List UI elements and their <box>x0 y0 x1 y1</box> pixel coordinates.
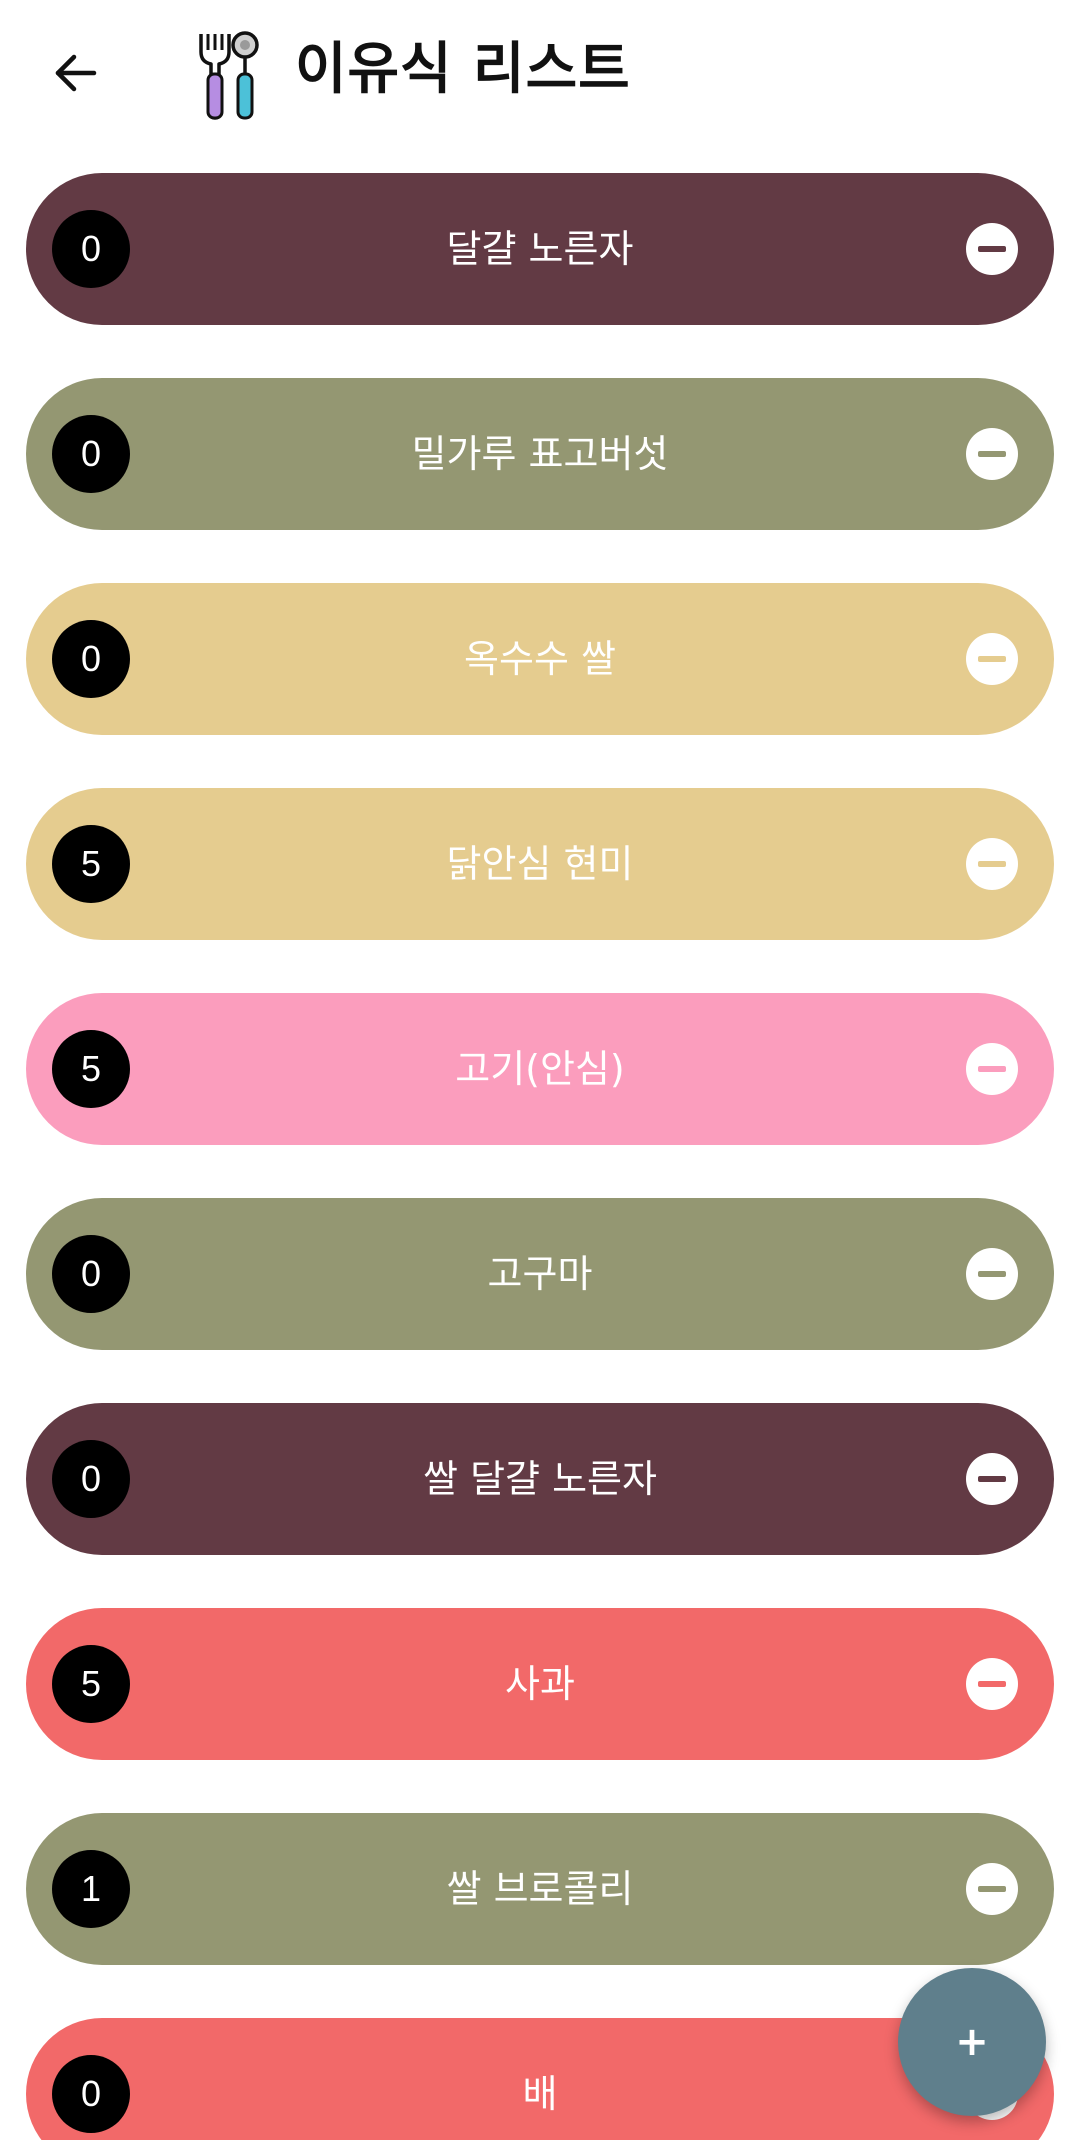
count-badge: 1 <box>52 1850 130 1928</box>
count-badge: 5 <box>52 825 130 903</box>
count-badge: 0 <box>52 210 130 288</box>
item-name: 옥수수 쌀 <box>464 637 616 681</box>
app-header: 이유식 리스트 <box>0 0 1080 150</box>
food-list: 0 달걀 노른자 0 밀가루 표고버섯 0 옥수수 쌀 5 닭안심 현미 5 고기(안심) 0 고구마… <box>26 173 1054 2140</box>
remove-item-button[interactable] <box>966 1863 1018 1915</box>
count-badge: 0 <box>52 415 130 493</box>
minus-circle-icon <box>978 1271 1006 1277</box>
list-item[interactable]: 0 밀가루 표고버섯 <box>26 378 1054 530</box>
list-item[interactable]: 5 고기(안심) <box>26 993 1054 1145</box>
item-name: 사과 <box>505 1662 575 1706</box>
minus-circle-icon <box>978 246 1006 252</box>
list-item[interactable]: 5 사과 <box>26 1608 1054 1760</box>
count-badge: 5 <box>52 1030 130 1108</box>
add-item-button[interactable]: + <box>898 1968 1046 2116</box>
item-name: 배 <box>522 2072 558 2116</box>
list-item[interactable]: 0 고구마 <box>26 1198 1054 1350</box>
item-name: 밀가루 표고버섯 <box>411 432 669 476</box>
minus-circle-icon <box>978 451 1006 457</box>
remove-item-button[interactable] <box>966 1658 1018 1710</box>
fork-spoon-icon <box>195 30 265 120</box>
remove-item-button[interactable] <box>966 633 1018 685</box>
remove-item-button[interactable] <box>966 1043 1018 1095</box>
item-name: 쌀 달걀 노른자 <box>423 1457 657 1501</box>
count-badge: 0 <box>52 620 130 698</box>
item-name: 고기(안심) <box>455 1047 625 1091</box>
remove-item-button[interactable] <box>966 428 1018 480</box>
count-badge: 0 <box>52 1235 130 1313</box>
minus-circle-icon <box>978 1886 1006 1892</box>
item-name: 달걀 노른자 <box>446 227 634 271</box>
back-button[interactable] <box>40 38 110 108</box>
remove-item-button[interactable] <box>966 1248 1018 1300</box>
remove-item-button[interactable] <box>966 223 1018 275</box>
arrow-left-icon <box>55 54 97 92</box>
page-title: 이유식 리스트 <box>295 37 631 102</box>
remove-item-button[interactable] <box>966 1453 1018 1505</box>
count-badge: 0 <box>52 2055 130 2133</box>
minus-circle-icon <box>978 1066 1006 1072</box>
count-badge: 0 <box>52 1440 130 1518</box>
list-item[interactable]: 1 쌀 브로콜리 <box>26 1813 1054 1965</box>
plus-icon: + <box>955 2019 989 2065</box>
list-item[interactable]: 0 쌀 달걀 노른자 <box>26 1403 1054 1555</box>
list-item[interactable]: 0 옥수수 쌀 <box>26 583 1054 735</box>
count-badge: 5 <box>52 1645 130 1723</box>
item-name: 고구마 <box>487 1252 593 1296</box>
minus-circle-icon <box>978 861 1006 867</box>
app-screen: 이유식 리스트 0 달걀 노른자 0 밀가루 표고버섯 0 옥수수 쌀 5 닭안심 현미 5 고기… <box>0 0 1080 2140</box>
minus-circle-icon <box>978 1476 1006 1482</box>
minus-circle-icon <box>978 1681 1006 1687</box>
list-item[interactable]: 0 달걀 노른자 <box>26 173 1054 325</box>
remove-item-button[interactable] <box>966 838 1018 890</box>
item-name: 닭안심 현미 <box>446 842 634 886</box>
minus-circle-icon <box>978 656 1006 662</box>
item-name: 쌀 브로콜리 <box>446 1867 634 1911</box>
list-item[interactable]: 5 닭안심 현미 <box>26 788 1054 940</box>
